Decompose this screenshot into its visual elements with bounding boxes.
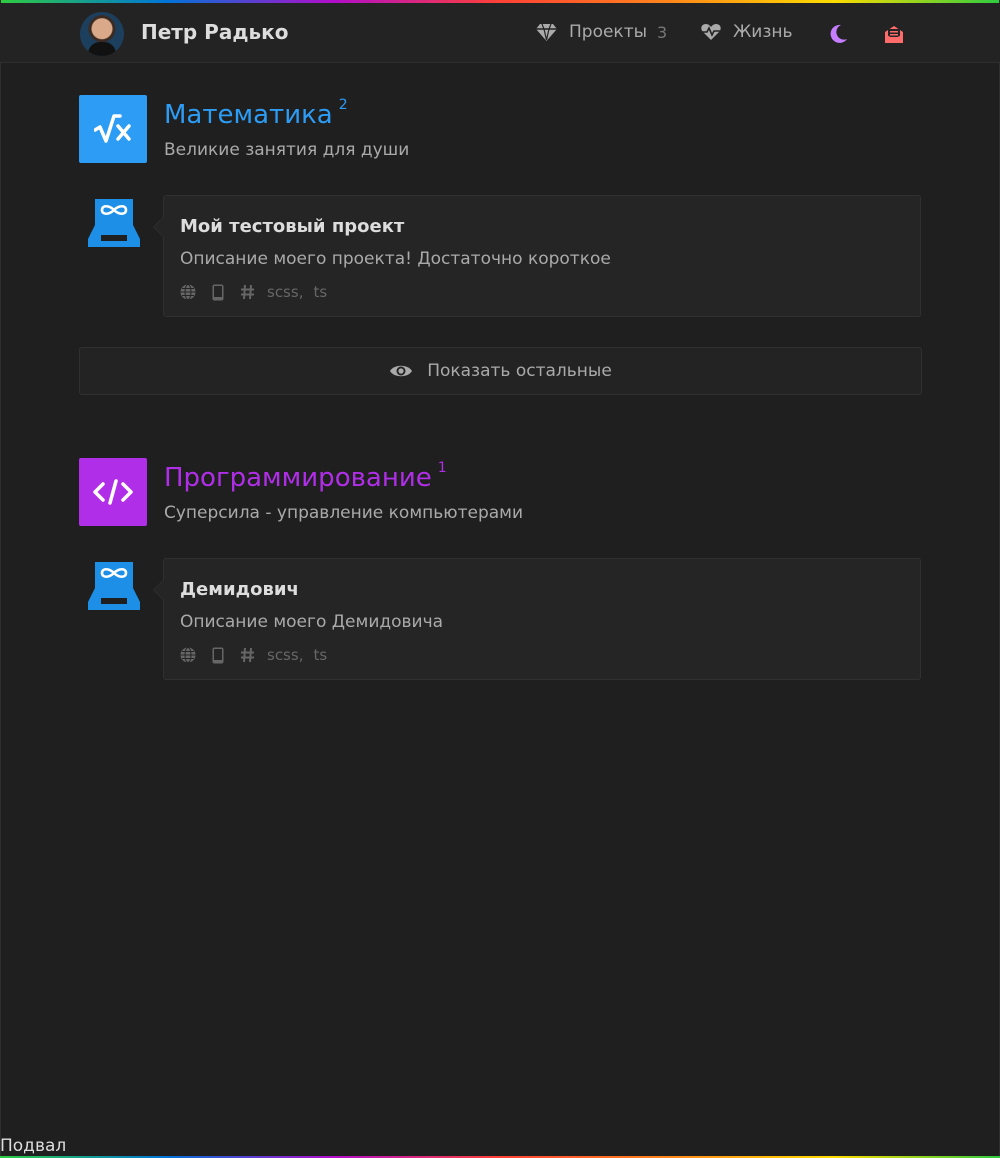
- moon-icon[interactable]: [827, 23, 849, 45]
- tag[interactable]: scss,: [267, 646, 303, 664]
- avatar[interactable]: [80, 12, 124, 56]
- show-more-button[interactable]: Показать остальные: [79, 347, 922, 395]
- project-logo-icon: [88, 199, 140, 247]
- category-title-text: Математика: [164, 100, 333, 130]
- envelope-open-icon[interactable]: [883, 23, 905, 45]
- project-logo-icon: [88, 562, 140, 610]
- nav-projects[interactable]: Проекты 3: [536, 22, 667, 42]
- mobile-icon: [212, 284, 224, 300]
- tag[interactable]: ts: [313, 283, 327, 301]
- nav-projects-label: Проекты: [569, 22, 648, 42]
- category-count: 1: [437, 460, 447, 477]
- category-title-text: Программирование: [164, 463, 432, 493]
- category-subtitle: Великие занятия для души: [164, 140, 410, 160]
- project-meta: scss, ts: [180, 283, 331, 301]
- footer-text: Подвал: [0, 1136, 67, 1156]
- site-header: Петр Радько Проекты 3 Жизнь: [0, 3, 1000, 63]
- project-card[interactable]: Демидович Описание моего Демидовича scss…: [153, 558, 921, 680]
- show-more-label: Показать остальные: [427, 361, 612, 381]
- hashtag-icon: [241, 647, 254, 663]
- project-title[interactable]: Мой тестовый проект: [180, 216, 404, 237]
- left-border: [0, 0, 1, 1158]
- tag[interactable]: scss,: [267, 283, 303, 301]
- nav-life-label: Жизнь: [733, 22, 793, 42]
- nav-projects-count: 3: [657, 22, 668, 42]
- project-title[interactable]: Демидович: [180, 579, 299, 600]
- tag[interactable]: ts: [313, 646, 327, 664]
- category-subtitle: Суперсила - управление компьютерами: [164, 503, 524, 523]
- code-icon[interactable]: [79, 458, 147, 526]
- square-root-icon[interactable]: [79, 95, 147, 163]
- category-title[interactable]: Программирование 1: [164, 460, 447, 493]
- category-title[interactable]: Математика 2: [164, 97, 348, 130]
- project-description: Описание моего Демидовича: [180, 612, 444, 632]
- site-name[interactable]: Петр Радько: [141, 20, 288, 44]
- project-card[interactable]: Мой тестовый проект Описание моего проек…: [153, 195, 921, 317]
- nav-life[interactable]: Жизнь: [701, 22, 793, 42]
- gem-icon: [536, 23, 557, 41]
- project-meta: scss, ts: [180, 646, 331, 664]
- globe-icon: [180, 647, 196, 663]
- category-count: 2: [338, 97, 348, 114]
- project-description: Описание моего проекта! Достаточно корот…: [180, 249, 611, 269]
- eye-icon: [390, 365, 413, 377]
- hashtag-icon: [241, 284, 254, 300]
- globe-icon: [180, 284, 196, 300]
- heartbeat-icon: [701, 24, 721, 40]
- mobile-icon: [212, 647, 224, 663]
